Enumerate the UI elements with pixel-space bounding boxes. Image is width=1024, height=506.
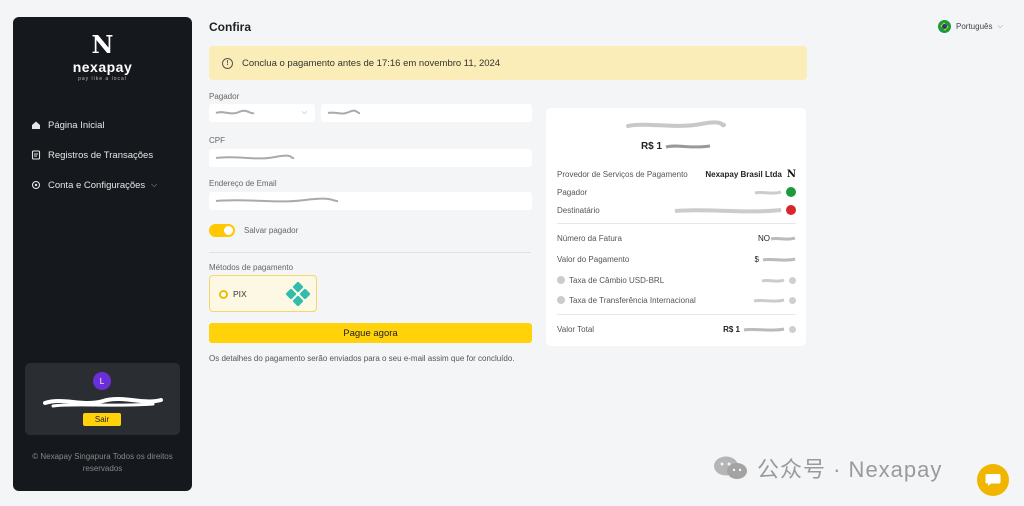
email-input[interactable] [209,192,532,210]
chevron-down-icon: ⌵ [301,109,307,116]
sidebar-item-account-settings[interactable]: Conta e Configurações ⌵ [13,170,192,200]
payer-type-select[interactable]: ⌵ [209,104,315,122]
row-transfer-fee: Taxa de Transferência Internacional [557,294,796,306]
deadline-alert: ! Conclua o pagamento antes de 17:16 em … [209,46,807,80]
save-payer-label: Salvar pagador [244,226,299,235]
redacted-value [770,236,796,241]
redacted-value [754,190,782,195]
radio-selected[interactable] [219,290,228,299]
save-payer-toggle[interactable] [209,224,235,237]
amount-prefix: R$ 1 [640,141,663,152]
row-label: Destinatário [557,205,600,215]
row-fx-rate: Taxa de Câmbio USD-BRL [557,274,796,286]
alert-text: Conclua o pagamento antes de 17:16 em no… [242,57,501,69]
cpf-label: CPF [209,136,225,145]
divider [209,252,531,253]
payer-name-input[interactable] [321,104,532,122]
toggle-knob [224,226,233,235]
info-icon[interactable] [557,296,565,304]
chat-support-button[interactable] [977,464,1009,496]
help-icon[interactable] [789,296,796,304]
sidebar-item-label: Página Inicial [48,119,105,131]
sidebar-item-label: Conta e Configurações [48,179,146,191]
cpf-input[interactable] [209,149,532,167]
pix-label: PIX [233,289,247,299]
brand-logo[interactable]: N nexapay pay like a local [13,30,192,83]
row-label: Valor Total [557,324,595,334]
flag-icon [786,205,796,215]
row-payer: Pagador [557,186,796,198]
row-label: Pagador [557,187,588,197]
total-prefix: R$ 1 [723,324,740,334]
row-total: Valor Total R$ 1 [557,323,796,335]
wechat-icon [714,456,747,479]
watermark-text: 公众号 · Nexapay [757,457,943,482]
logout-button[interactable]: Sair [83,413,121,426]
divider [557,223,796,224]
total-amount-header: R$ 1 [546,141,806,152]
help-icon[interactable] [789,325,796,333]
help-icon[interactable] [789,276,796,284]
row-recipient: Destinatário [557,204,796,216]
payment-footnote: Os detalhes do pagamento serão enviados … [209,354,515,363]
payment-method-pix[interactable]: PIX [209,275,317,312]
sidebar-item-transactions[interactable]: Registros de Transações [13,140,192,170]
redacted-value [215,109,255,115]
home-icon [31,120,41,130]
brazil-flag-icon [786,187,796,197]
user-card: L Sair [25,363,180,435]
redacted-value [327,109,361,115]
payment-summary-card: R$ 1 Provedor de Serviços de Pagamento N… [546,108,806,346]
chevron-down-icon: ⌵ [151,180,158,189]
logo-name: nexapay [72,59,133,75]
nexapay-logo-icon: N [786,168,796,180]
redacted-merchant-name [626,120,726,128]
pix-icon [286,282,310,306]
redacted-value [215,154,295,160]
redacted-amount [665,144,711,149]
language-label: Português [956,22,993,31]
redacted-value [753,298,785,303]
sidebar: N nexapay pay like a local Página Inicia… [13,17,192,491]
chat-icon [985,474,1001,486]
logo-tagline: pay like a local [78,76,127,82]
page-title: Confira [209,20,251,34]
row-payment-value: Valor do Pagamento $ [557,253,796,265]
row-label: Valor do Pagamento [557,254,630,264]
sidebar-item-label: Registros de Transações [48,149,154,161]
chevron-down-icon: ⌵ [997,22,1003,30]
payment-methods-label: Métodos de pagamento [209,263,294,272]
divider [557,314,796,315]
redacted-value [215,197,339,203]
watermark: 公众号 · Nexapay [713,452,942,484]
receipt-icon [31,150,41,160]
gear-icon [31,180,41,190]
row-label: Provedor de Serviços de Pagamento [557,169,688,179]
pay-now-button[interactable]: Pague agora [209,323,532,343]
redacted-user-name [43,397,163,408]
info-icon[interactable] [557,276,565,284]
redacted-value [761,278,785,283]
sidebar-nav: Página Inicial Registros de Transações C… [13,110,192,200]
row-provider: Provedor de Serviços de Pagamento Nexapa… [557,168,796,180]
language-selector[interactable]: Português ⌵ [938,20,1003,33]
logo-mark: N [91,30,114,59]
redacted-value [762,257,796,262]
redacted-value [743,327,785,332]
brazil-flag-icon [938,20,951,33]
email-label: Endereço de Email [209,179,277,188]
redacted-value [674,207,782,213]
alert-icon: ! [222,57,233,69]
row-invoice: Número da Fatura NO [557,232,796,244]
row-label: Taxa de Câmbio USD-BRL [569,275,665,285]
copyright: © Nexapay Singapura Todos os direitos re… [32,452,173,473]
payer-label: Pagador [209,92,240,101]
sidebar-item-home[interactable]: Página Inicial [13,110,192,140]
avatar[interactable]: L [93,372,111,390]
row-label: Número da Fatura [557,233,622,243]
invoice-prefix: NO [758,233,770,243]
payment-value-prefix: $ [754,254,759,264]
row-label: Taxa de Transferência Internacional [569,295,696,305]
provider-value: Nexapay Brasil Ltda [705,169,782,179]
